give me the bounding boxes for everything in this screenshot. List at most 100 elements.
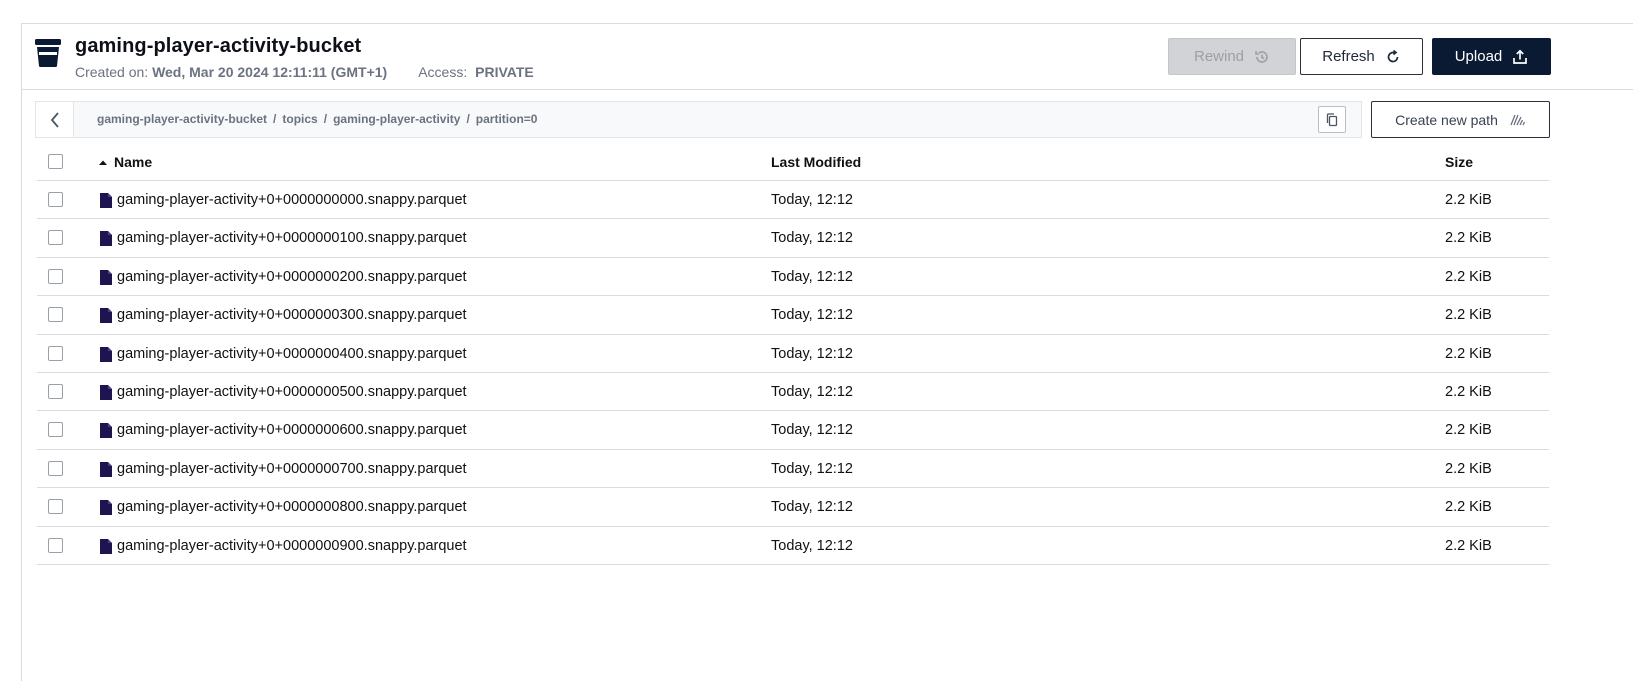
- breadcrumb-item[interactable]: gaming-player-activity-bucket: [97, 112, 267, 126]
- file-size: 2.2 KiB: [1445, 460, 1492, 477]
- file-icon: [100, 423, 112, 439]
- bucket-icon: [35, 39, 61, 67]
- file-size: 2.2 KiB: [1445, 499, 1492, 516]
- refresh-icon: [1387, 49, 1399, 62]
- table-row[interactable]: gaming-player-activity+0+0000000600.snap…: [37, 411, 1549, 450]
- file-modified: Today, 12:12: [771, 499, 853, 516]
- column-header-modified[interactable]: Last Modified: [771, 154, 861, 170]
- table-row[interactable]: gaming-player-activity+0+0000000800.snap…: [37, 488, 1549, 527]
- sort-ascending-icon: [99, 160, 107, 165]
- chevron-left-icon: [50, 111, 59, 128]
- row-checkbox[interactable]: [48, 383, 63, 399]
- upload-label: Upload: [1454, 48, 1503, 65]
- file-name[interactable]: gaming-player-activity+0+0000000500.snap…: [117, 384, 467, 400]
- file-modified: Today, 12:12: [771, 268, 853, 285]
- file-icon: [100, 231, 112, 247]
- file-icon: [100, 500, 112, 516]
- select-all-checkbox[interactable]: [48, 154, 63, 169]
- file-size: 2.2 KiB: [1445, 268, 1492, 285]
- file-icon: [100, 269, 112, 285]
- file-name[interactable]: gaming-player-activity+0+0000000900.snap…: [117, 538, 467, 554]
- row-checkbox[interactable]: [48, 307, 63, 323]
- create-new-path-label: Create new path: [1395, 111, 1498, 128]
- file-modified: Today, 12:12: [771, 383, 853, 400]
- file-modified: Today, 12:12: [771, 460, 853, 477]
- table-row[interactable]: gaming-player-activity+0+0000000200.snap…: [37, 258, 1549, 297]
- rewind-button[interactable]: Rewind: [1168, 38, 1296, 75]
- breadcrumb-separator: /: [273, 112, 277, 126]
- file-icon: [100, 461, 112, 477]
- column-header-size[interactable]: Size: [1445, 154, 1473, 170]
- breadcrumb-separator: /: [323, 112, 328, 126]
- created-label: Created on:: [75, 64, 149, 80]
- file-icon: [100, 538, 112, 554]
- breadcrumb-item[interactable]: partition=0: [476, 112, 538, 126]
- file-name[interactable]: gaming-player-activity+0+0000000000.snap…: [117, 192, 467, 208]
- file-icon: [100, 346, 112, 362]
- back-button[interactable]: [36, 102, 74, 137]
- breadcrumb-separator: /: [466, 112, 470, 126]
- file-size: 2.2 KiB: [1445, 192, 1492, 208]
- row-checkbox[interactable]: [48, 422, 63, 438]
- table-row[interactable]: gaming-player-activity+0+0000000700.snap…: [37, 450, 1549, 489]
- table-header: Name Last Modified Size: [37, 143, 1549, 181]
- row-checkbox[interactable]: [48, 460, 63, 476]
- file-modified: Today, 12:12: [771, 422, 853, 439]
- table-row[interactable]: gaming-player-activity+0+0000000500.snap…: [37, 373, 1549, 412]
- file-size: 2.2 KiB: [1445, 345, 1492, 362]
- column-header-name-label: Name: [114, 154, 153, 170]
- file-name[interactable]: gaming-player-activity+0+0000000400.snap…: [117, 346, 467, 362]
- file-modified: Today, 12:12: [771, 537, 853, 554]
- file-name[interactable]: gaming-player-activity+0+0000000800.snap…: [117, 499, 467, 515]
- table-row[interactable]: gaming-player-activity+0+0000000100.snap…: [37, 219, 1549, 258]
- file-icon: [100, 193, 112, 208]
- access-value: PRIVATE: [475, 64, 534, 80]
- row-checkbox[interactable]: [48, 499, 63, 515]
- table-row[interactable]: gaming-player-activity+0+0000000300.snap…: [37, 296, 1549, 335]
- rewind-label: Rewind: [1193, 48, 1245, 65]
- row-checkbox[interactable]: [48, 268, 63, 284]
- bucket-meta: Created on: Wed, Mar 20 2024 12:11:11 (G…: [75, 64, 534, 80]
- access-label: Access:: [418, 64, 468, 80]
- bucket-header: gaming-player-activity-bucket Created on…: [22, 24, 1633, 90]
- file-modified: Today, 12:12: [771, 230, 853, 247]
- bucket-panel: gaming-player-activity-bucket Created on…: [21, 23, 1633, 681]
- bucket-title: gaming-player-activity-bucket: [75, 35, 362, 57]
- row-checkbox[interactable]: [48, 537, 63, 553]
- copy-icon: [1326, 112, 1338, 126]
- table-row[interactable]: gaming-player-activity+0+0000000900.snap…: [37, 527, 1549, 565]
- copy-path-button[interactable]: [1318, 106, 1346, 133]
- file-name[interactable]: gaming-player-activity+0+0000000200.snap…: [117, 269, 467, 285]
- file-size: 2.2 KiB: [1445, 230, 1492, 247]
- file-modified: Today, 12:12: [771, 345, 853, 362]
- breadcrumb-item[interactable]: topics: [282, 112, 317, 126]
- upload-button[interactable]: Upload: [1432, 38, 1551, 75]
- upload-icon: [1513, 49, 1528, 64]
- row-checkbox[interactable]: [48, 230, 63, 246]
- rewind-icon: [1255, 50, 1268, 63]
- create-new-path-button[interactable]: Create new path: [1371, 101, 1550, 138]
- file-modified: Today, 12:12: [771, 192, 853, 208]
- refresh-button[interactable]: Refresh: [1300, 38, 1423, 75]
- breadcrumb: gaming-player-activity-bucket / topics / gam…: [97, 112, 537, 126]
- file-name[interactable]: gaming-player-activity+0+0000000700.snap…: [117, 461, 467, 477]
- column-header-name[interactable]: Name: [98, 154, 152, 170]
- new-path-icon: [1510, 114, 1525, 125]
- file-size: 2.2 KiB: [1445, 537, 1492, 554]
- file-size: 2.2 KiB: [1445, 422, 1492, 439]
- file-table: Name Last Modified Size gaming-player-ac…: [37, 143, 1549, 565]
- file-icon: [100, 384, 112, 400]
- path-bar: gaming-player-activity-bucket / topics / gam…: [35, 101, 1362, 138]
- file-name[interactable]: gaming-player-activity+0+0000000600.snap…: [117, 422, 467, 438]
- file-name[interactable]: gaming-player-activity+0+0000000300.snap…: [117, 307, 467, 323]
- breadcrumb-item[interactable]: gaming-player-activity: [333, 112, 460, 126]
- file-size: 2.2 KiB: [1445, 307, 1492, 324]
- table-row[interactable]: gaming-player-activity+0+0000000400.snap…: [37, 335, 1549, 373]
- row-checkbox[interactable]: [48, 192, 63, 207]
- file-name[interactable]: gaming-player-activity+0+0000000100.snap…: [117, 230, 467, 246]
- table-row[interactable]: gaming-player-activity+0+0000000000.snap…: [37, 181, 1549, 220]
- row-checkbox[interactable]: [48, 345, 63, 361]
- file-modified: Today, 12:12: [771, 307, 853, 324]
- file-icon: [100, 308, 112, 324]
- file-size: 2.2 KiB: [1445, 383, 1492, 400]
